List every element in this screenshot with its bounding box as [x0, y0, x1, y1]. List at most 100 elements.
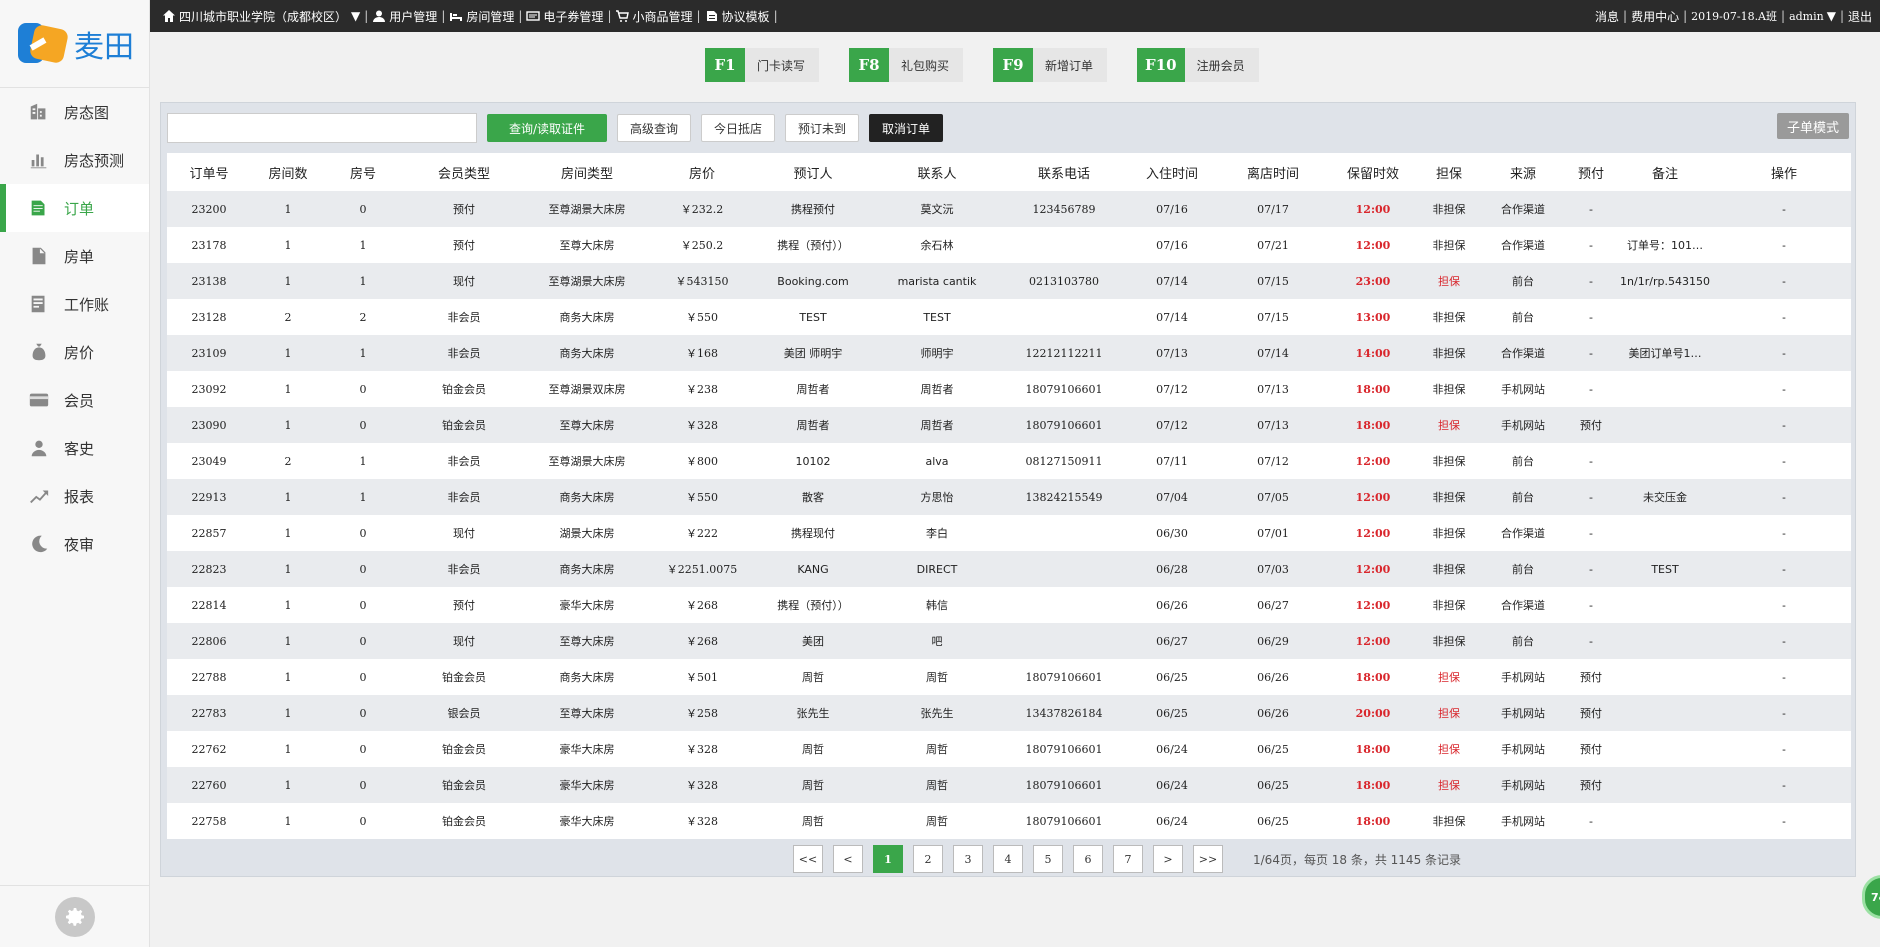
table-cell: 07/13 [1221, 371, 1325, 407]
sidebar-item[interactable]: 房态图 [0, 88, 149, 136]
sidebar-item[interactable]: 夜审 [0, 520, 149, 568]
page-button[interactable]: 7 [1113, 845, 1143, 873]
page-button[interactable]: 6 [1073, 845, 1103, 873]
search-input[interactable] [167, 113, 477, 143]
table-cell [1005, 623, 1123, 659]
no-show-button[interactable]: 预订未到 [785, 114, 860, 142]
table-cell [1005, 587, 1123, 623]
sidebar-item[interactable]: 房单 [0, 232, 149, 280]
school-selector[interactable]: 四川城市职业学院（成都校区） ▼ [162, 8, 360, 25]
cancel-order-button[interactable]: 取消订单 [869, 114, 944, 142]
table-cell: 06/28 [1123, 551, 1221, 587]
sub-order-mode-button[interactable]: 子单模式 [1776, 113, 1849, 139]
table-cell: 担保 [1421, 767, 1477, 803]
sidebar-item-label: 房单 [64, 247, 95, 266]
logout-link[interactable]: 退出 [1848, 8, 1872, 25]
table-cell: 22913 [167, 479, 251, 515]
table-cell: 06/26 [1221, 659, 1325, 695]
menu-label: 小商品管理 [632, 9, 693, 24]
table-row[interactable]: 23090 1 0 铂金会员 至尊大床房 ￥328 周哲者 周哲者 18079106601 07/… [167, 407, 1851, 443]
fkey-key: F8 [849, 48, 890, 82]
table-cell [1613, 191, 1717, 227]
menu-user-management[interactable]: 用户管理 [372, 8, 437, 25]
user-menu[interactable]: admin ▼ [1789, 9, 1836, 23]
table-cell: 合作渠道 [1477, 227, 1569, 263]
table-row[interactable]: 22758 1 0 铂金会员 豪华大床房 ￥328 周哲 周哲 18079106601 06/24… [167, 803, 1851, 839]
page-button[interactable]: 1 [873, 845, 903, 873]
table-cell: 07/03 [1221, 551, 1325, 587]
sidebar-item[interactable]: 订单 [0, 184, 149, 232]
table-cell: 1 [251, 335, 325, 371]
table-row[interactable]: 23178 1 1 预付 至尊大床房 ￥250.2 携程（预付）） 余石林 07/16 07/21… [167, 227, 1851, 263]
table-cell: TEST [869, 299, 1005, 335]
table-row[interactable]: 23092 1 0 铂金会员 至尊湖景双床房 ￥238 周哲者 周哲者 18079106601 0… [167, 371, 1851, 407]
table-cell: 22762 [167, 731, 251, 767]
menu-agreement-template[interactable]: 协议模板 [705, 8, 770, 25]
page-button[interactable]: 2 [913, 845, 943, 873]
page-button[interactable]: > [1153, 845, 1183, 873]
table-cell: - [1717, 371, 1851, 407]
table-cell: - [1717, 659, 1851, 695]
table-cell: 预付 [401, 191, 527, 227]
table-row[interactable]: 23049 2 1 非会员 至尊湖景大床房 ￥800 10102 alva 0812715091… [167, 443, 1851, 479]
advanced-query-button[interactable]: 高级查询 [617, 114, 692, 142]
page-button[interactable]: << [793, 845, 823, 873]
table-cell [1613, 659, 1717, 695]
table-cell: 师明宇 [869, 335, 1005, 371]
fkey-new-order[interactable]: F9 新增订单 [993, 48, 1108, 82]
column-header: 入住时间 [1123, 153, 1221, 191]
table-row[interactable]: 22823 1 0 非会员 商务大床房 ￥2251.0075 KANG DIRECT 06/28… [167, 551, 1851, 587]
column-header: 离店时间 [1221, 153, 1325, 191]
sidebar-item[interactable]: 工作账 [0, 280, 149, 328]
table-row[interactable]: 23109 1 1 非会员 商务大床房 ￥168 美团 师明宇 师明宇 12212112211 0… [167, 335, 1851, 371]
table-cell: 周哲 [757, 767, 869, 803]
table-cell: 美团 [757, 623, 869, 659]
messages-link[interactable]: 消息 [1595, 8, 1619, 25]
fkey-gift-purchase[interactable]: F8 礼包购买 [849, 48, 964, 82]
page-button[interactable]: 5 [1033, 845, 1063, 873]
table-row[interactable]: 22814 1 0 预付 豪华大床房 ￥268 携程（预付）） 韩信 06/26 06/27 12:… [167, 587, 1851, 623]
page-button[interactable]: 3 [953, 845, 983, 873]
today-arrival-button[interactable]: 今日抵店 [701, 114, 776, 142]
sidebar-item[interactable]: 报表 [0, 472, 149, 520]
fkey-card-rw[interactable]: F1 门卡读写 [705, 48, 820, 82]
query-button[interactable]: 查询/读取证件 [487, 114, 607, 142]
table-row[interactable]: 23128 2 2 非会员 商务大床房 ￥550 TEST TEST 07/14 07/15 13:… [167, 299, 1851, 335]
table-cell: 商务大床房 [527, 335, 647, 371]
separator: | [607, 9, 612, 23]
page-button[interactable]: < [833, 845, 863, 873]
table-cell: 手机网站 [1477, 695, 1569, 731]
table-row[interactable]: 22783 1 0 银会员 至尊大床房 ￥258 张先生 张先生 13437826184 06/2… [167, 695, 1851, 731]
fkey-register-member[interactable]: F10 注册会员 [1137, 48, 1259, 82]
page-button[interactable]: 4 [993, 845, 1023, 873]
table-row[interactable]: 22913 1 1 非会员 商务大床房 ￥550 散客 方思怡 13824215549 07/04… [167, 479, 1851, 515]
settings-button[interactable] [55, 896, 95, 937]
table-row[interactable]: 22760 1 0 铂金会员 豪华大床房 ￥328 周哲 周哲 18079106601 06/24… [167, 767, 1851, 803]
table-cell: 铂金会员 [401, 371, 527, 407]
menu-coupon-management[interactable]: 电子券管理 [526, 8, 603, 25]
table-row[interactable]: 22762 1 0 铂金会员 豪华大床房 ￥328 周哲 周哲 18079106601 06/24… [167, 731, 1851, 767]
table-cell: 22857 [167, 515, 251, 551]
table-row[interactable]: 22788 1 0 铂金会员 商务大床房 ￥501 周哲 周哲 18079106601 06/25… [167, 659, 1851, 695]
sidebar-item[interactable]: 房态预测 [0, 136, 149, 184]
menu-goods-management[interactable]: 小商品管理 [615, 8, 693, 25]
sidebar-item[interactable]: 会员 [0, 376, 149, 424]
billing-center-link[interactable]: 费用中心 [1631, 8, 1679, 25]
table-cell: 周哲 [869, 803, 1005, 839]
table-row[interactable]: 23200 1 0 预付 至尊湖景大床房 ￥232.2 携程预付 莫文沅 123456789 07… [167, 191, 1851, 227]
logo-text: 麦田 [74, 29, 134, 65]
table-row[interactable]: 23138 1 1 现付 至尊湖景大床房 ￥543150 Booking.com marist… [167, 263, 1851, 299]
sidebar-item[interactable]: 客史 [0, 424, 149, 472]
table-cell: 现付 [401, 623, 527, 659]
sidebar-item[interactable]: 房价 [0, 328, 149, 376]
table-cell: 周哲 [869, 767, 1005, 803]
floating-badge[interactable]: 74 [1862, 875, 1880, 919]
table-cell: 0 [325, 515, 401, 551]
table-row[interactable]: 22806 1 0 现付 至尊大床房 ￥268 美团吧 06/27 06/29 12:00 非担保前… [167, 623, 1851, 659]
table-cell: 07/14 [1221, 335, 1325, 371]
table-row[interactable]: 22857 1 0 现付 湖景大床房 ￥222 携程现付 李白 06/30 07/01 12:00 非… [167, 515, 1851, 551]
table-cell: - [1717, 731, 1851, 767]
menu-room-management[interactable]: 房间管理 [449, 8, 514, 25]
column-header: 预付 [1569, 153, 1613, 191]
page-button[interactable]: >> [1193, 845, 1223, 873]
